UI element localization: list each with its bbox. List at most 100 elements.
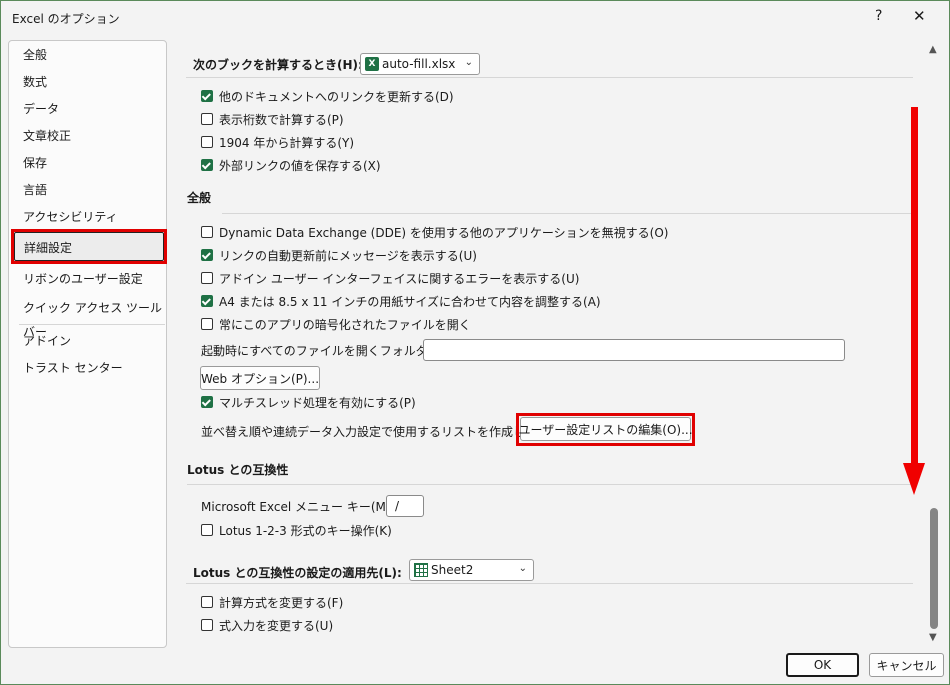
section-divider (187, 484, 913, 485)
sidebar-item-advanced[interactable]: 詳細設定 (11, 229, 167, 264)
scale-paper-size-option[interactable]: A4 または 8.5 x 11 インチの用紙サイズに合わせて内容を調整する(A) (201, 292, 601, 310)
sidebar-item-label: 全般 (23, 48, 48, 62)
workbook-dropdown[interactable]: X auto-fill.xlsx ⌄ (360, 53, 480, 75)
option-label: リンクの自動更新前にメッセージを表示する(U) (219, 248, 477, 263)
vertical-scrollbar[interactable]: ▲ ▼ (926, 40, 942, 648)
close-icon[interactable]: ✕ (913, 7, 926, 25)
section-divider (186, 77, 913, 78)
option-label: マルチスレッド処理を有効にする(P) (219, 395, 416, 410)
save-external-links-checkbox[interactable] (201, 159, 213, 171)
option-label: 外部リンクの値を保存する(X) (219, 158, 381, 173)
general-section-header: 全般 (187, 191, 212, 205)
multithread-option[interactable]: マルチスレッド処理を有効にする(P) (201, 393, 416, 411)
chevron-down-icon: ⌄ (518, 563, 527, 574)
sidebar-item-label: 保存 (23, 156, 48, 170)
sidebar-item-label: 数式 (23, 75, 48, 89)
sidebar-item-data[interactable]: データ (10, 97, 165, 121)
lotus-transition-keys-checkbox[interactable] (201, 524, 213, 536)
sheet-dropdown[interactable]: Sheet2 ⌄ (409, 559, 534, 581)
ask-update-links-option[interactable]: リンクの自動更新前にメッセージを表示する(U) (201, 246, 477, 264)
date-1904-checkbox[interactable] (201, 136, 213, 148)
excel-options-dialog: Excel のオプション ? ✕ 全般 数式 データ 文章校正 保存 言語 アク… (0, 0, 950, 685)
option-label: Dynamic Data Exchange (DDE) を使用する他のアプリケー… (219, 225, 669, 240)
window-title: Excel のオプション (12, 12, 120, 26)
red-arrow-shaft (911, 107, 918, 469)
precision-as-displayed-checkbox[interactable] (201, 113, 213, 125)
sidebar-item-label: 文章校正 (23, 129, 72, 143)
update-links-option[interactable]: 他のドキュメントへのリンクを更新する(D) (201, 87, 454, 105)
option-label: A4 または 8.5 x 11 インチの用紙サイズに合わせて内容を調整する(A) (219, 294, 601, 309)
lotus-section-header: Lotus との互換性 (187, 463, 289, 477)
red-arrow-down-icon (903, 463, 925, 495)
sidebar: 全般 数式 データ 文章校正 保存 言語 アクセシビリティ 詳細設定 リボンのユ… (8, 40, 167, 648)
sidebar-item-formulas[interactable]: 数式 (10, 70, 165, 94)
sidebar-item-label: 言語 (23, 183, 48, 197)
ask-update-links-checkbox[interactable] (201, 249, 213, 261)
option-label: 表示桁数で計算する(P) (219, 112, 344, 127)
sidebar-item-label: リボンのユーザー設定 (23, 272, 143, 286)
ok-button[interactable]: OK (786, 653, 859, 677)
web-options-button[interactable]: Web オプション(P)... (200, 366, 320, 390)
sidebar-item-label: アドイン (23, 334, 72, 348)
sidebar-item-language[interactable]: 言語 (10, 178, 165, 202)
excel-file-icon: X (365, 57, 379, 71)
section-divider (186, 583, 913, 584)
sidebar-item-customize-ribbon[interactable]: リボンのユーザー設定 (10, 267, 165, 291)
open-encrypted-files-checkbox[interactable] (201, 318, 213, 330)
transition-formula-entry-option[interactable]: 式入力を変更する(U) (201, 616, 333, 634)
sidebar-item-proofing[interactable]: 文章校正 (10, 124, 165, 148)
cancel-button[interactable]: キャンセル (869, 653, 944, 677)
sidebar-item-trust-center[interactable]: トラスト センター (10, 356, 165, 380)
ignore-dde-option[interactable]: Dynamic Data Exchange (DDE) を使用する他のアプリケー… (201, 223, 668, 241)
section-divider (222, 213, 913, 214)
scroll-down-arrow-icon[interactable]: ▼ (929, 632, 937, 643)
option-label: 他のドキュメントへのリンクを更新する(D) (219, 89, 454, 104)
calc-workbook-label: 次のブックを計算するとき(H): (193, 58, 363, 72)
sidebar-item-accessibility[interactable]: アクセシビリティ (10, 205, 165, 229)
chevron-down-icon: ⌄ (464, 57, 473, 68)
sheet-icon (414, 563, 428, 577)
option-label: Lotus 1-2-3 形式のキー操作(K) (219, 523, 392, 538)
options-content: 次のブックを計算するとき(H): X auto-fill.xlsx ⌄ 他のドキ… (174, 40, 924, 648)
scroll-thumb[interactable] (930, 508, 938, 629)
option-label: 計算方式を変更する(F) (219, 595, 344, 610)
ignore-dde-checkbox[interactable] (201, 226, 213, 238)
startup-folder-label: 起動時にすべてのファイルを開くフォルダー(L): (201, 344, 460, 358)
sidebar-item-label: トラスト センター (23, 361, 123, 375)
workbook-dropdown-value: auto-fill.xlsx (382, 57, 456, 71)
option-label: アドイン ユーザー インターフェイスに関するエラーを表示する(U) (219, 271, 580, 286)
update-links-checkbox[interactable] (201, 90, 213, 102)
scale-paper-size-checkbox[interactable] (201, 295, 213, 307)
lotus-transition-keys-option[interactable]: Lotus 1-2-3 形式のキー操作(K) (201, 521, 392, 539)
sidebar-item-quick-access-toolbar[interactable]: クイック アクセス ツール バー (10, 296, 165, 339)
sidebar-item-label: データ (23, 102, 60, 116)
transition-formula-eval-checkbox[interactable] (201, 596, 213, 608)
title-bar: Excel のオプション ? ✕ (1, 1, 949, 33)
date-1904-option[interactable]: 1904 年から計算する(Y) (201, 133, 354, 151)
lotus-apply-label: Lotus との互換性の設定の適用先(L): (193, 566, 402, 580)
option-label: 式入力を変更する(U) (219, 618, 334, 633)
sidebar-item-general[interactable]: 全般 (10, 43, 165, 67)
sheet-dropdown-value: Sheet2 (431, 563, 474, 577)
help-icon[interactable]: ? (875, 8, 882, 24)
option-label: 常にこのアプリの暗号化されたファイルを開く (219, 317, 471, 332)
custom-list-label: 並べ替え順や連続データ入力設定で使用するリストを作成します: (201, 425, 554, 439)
scroll-up-arrow-icon[interactable]: ▲ (929, 44, 937, 55)
sidebar-item-label: 詳細設定 (24, 241, 73, 255)
edit-custom-lists-button[interactable]: ユーザー設定リストの編集(O)... (519, 417, 693, 441)
transition-formula-eval-option[interactable]: 計算方式を変更する(F) (201, 593, 343, 611)
sidebar-divider (19, 324, 165, 325)
menu-key-input[interactable]: / (386, 495, 424, 517)
addin-ui-errors-option[interactable]: アドイン ユーザー インターフェイスに関するエラーを表示する(U) (201, 269, 579, 287)
startup-folder-input[interactable] (423, 339, 845, 361)
option-label: 1904 年から計算する(Y) (219, 135, 355, 150)
sidebar-item-save[interactable]: 保存 (10, 151, 165, 175)
transition-formula-entry-checkbox[interactable] (201, 619, 213, 631)
addin-ui-errors-checkbox[interactable] (201, 272, 213, 284)
save-external-links-option[interactable]: 外部リンクの値を保存する(X) (201, 156, 381, 174)
sidebar-item-addins[interactable]: アドイン (10, 329, 165, 353)
precision-as-displayed-option[interactable]: 表示桁数で計算する(P) (201, 110, 344, 128)
multithread-checkbox[interactable] (201, 396, 213, 408)
sidebar-item-label: アクセシビリティ (23, 210, 118, 224)
open-encrypted-files-option[interactable]: 常にこのアプリの暗号化されたファイルを開く (201, 315, 471, 333)
